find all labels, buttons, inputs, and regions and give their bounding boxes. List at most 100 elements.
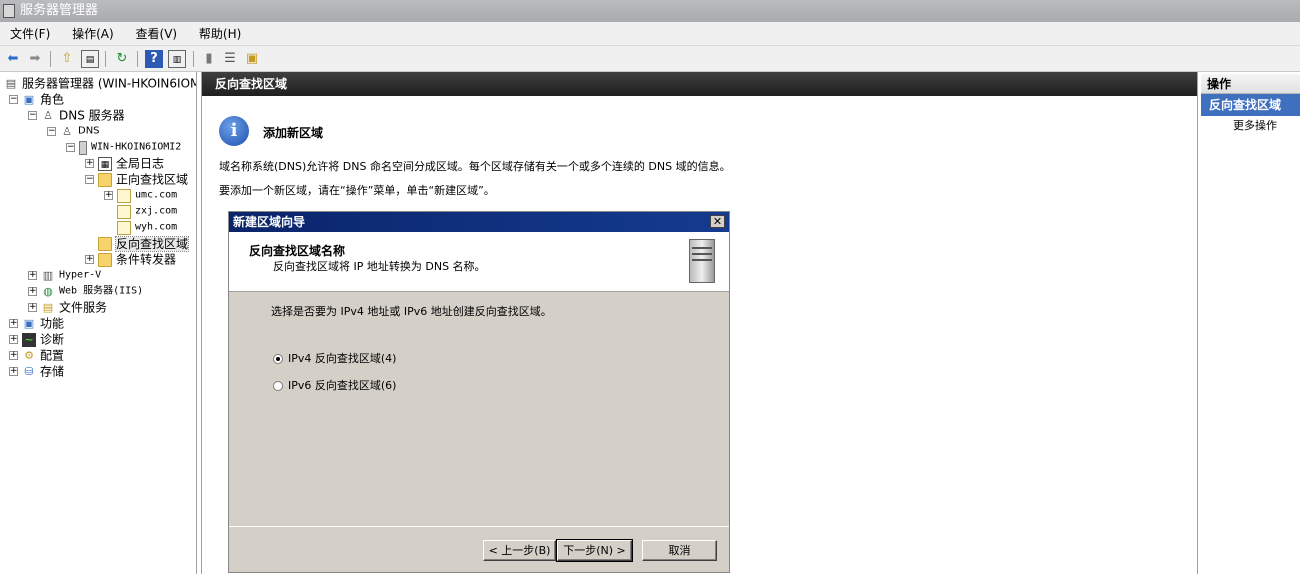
main-pane-header: 反向查找区域: [202, 72, 1197, 96]
help-icon[interactable]: ?: [145, 50, 163, 68]
menu-file[interactable]: 文件(F): [0, 22, 58, 46]
server-body: [689, 239, 715, 283]
ipv4-radio[interactable]: [273, 354, 283, 364]
tree-item-server-manager[interactable]: ▤ 服务器管理器 (WIN-HKOIN6IOMI: [4, 75, 196, 91]
toolbar-separator: [137, 51, 138, 67]
back-arrow-icon[interactable]: ⬅: [4, 50, 22, 68]
toolbar: ⬅ ➡ ⇧ ▤ ↻ ? ▥ ▮ ☰ ▣: [0, 46, 1300, 72]
zone-icon: [117, 204, 131, 219]
tree-item-features[interactable]: + ▣ 功能: [9, 315, 64, 331]
expand-icon[interactable]: +: [9, 351, 18, 360]
menu-view[interactable]: 查看(V): [126, 22, 186, 46]
expand-icon[interactable]: +: [85, 159, 94, 168]
zone-icon: [117, 188, 131, 203]
actions-selected-item[interactable]: 反向查找区域: [1201, 94, 1300, 116]
tree-item-roles[interactable]: − ▣ 角色: [9, 91, 64, 107]
window-titlebar: 服务器管理器: [0, 0, 1300, 22]
menu-help[interactable]: 帮助(H): [189, 22, 249, 46]
server-manager-icon: ▤: [5, 76, 17, 90]
features-icon: ▣: [23, 316, 35, 330]
description-text: 域名称系统(DNS)允许将 DNS 命名空间分成区域。每个区域存储有关一个或多个…: [219, 160, 731, 173]
back-button[interactable]: < 上一步(B): [483, 540, 556, 561]
file-services-icon: ▤: [42, 300, 54, 314]
tree-item-global-log[interactable]: + ▦ 全局日志: [85, 155, 164, 171]
roles-icon: ▣: [23, 92, 35, 106]
expand-icon[interactable]: +: [28, 271, 37, 280]
properties-icon[interactable]: ▣: [243, 50, 261, 68]
ipv4-option-label[interactable]: IPv4 反向查找区域(4): [288, 352, 396, 365]
web-server-icon: ◍: [43, 284, 53, 298]
hyperv-icon: ▥: [42, 268, 54, 282]
expand-icon[interactable]: +: [85, 255, 94, 264]
server-slot: [692, 247, 712, 249]
ipv6-radio[interactable]: [273, 381, 283, 391]
tree-item-hyperv[interactable]: + ▥ Hyper-V: [28, 267, 101, 283]
tree-item-config[interactable]: + ⚙ 配置: [9, 347, 64, 363]
more-actions-link[interactable]: 更多操作: [1201, 116, 1300, 136]
expand-icon[interactable]: +: [28, 287, 37, 296]
storage-icon: ⛁: [24, 364, 34, 378]
expand-icon[interactable]: +: [9, 367, 18, 376]
log-icon: ▦: [98, 156, 112, 171]
folder-icon: [98, 252, 112, 267]
next-button[interactable]: 下一步(N) >: [556, 539, 633, 562]
forward-arrow-icon[interactable]: ➡: [26, 50, 44, 68]
server-tower-icon: [683, 239, 719, 285]
server-icon: [79, 140, 87, 155]
show-hide-tree-icon[interactable]: ▤: [81, 50, 99, 68]
menu-bar: 文件(F) 操作(A) 查看(V) 帮助(H): [0, 22, 1300, 46]
ip-version-question: 选择是否要为 IPv4 地址或 IPv6 地址创建反向查找区域。: [271, 305, 552, 318]
expand-icon[interactable]: +: [28, 303, 37, 312]
cancel-button[interactable]: 取消: [642, 540, 717, 561]
list-icon[interactable]: ☰: [221, 50, 239, 68]
folder-icon: [98, 172, 112, 187]
up-level-icon[interactable]: ⇧: [58, 50, 76, 68]
ipv6-option-label[interactable]: IPv6 反向查找区域(6): [288, 379, 396, 392]
dialog-title: 新建区域向导: [233, 215, 306, 229]
tree-item-conditional-forwarders[interactable]: + 条件转发器: [85, 251, 176, 267]
server-slot: [692, 259, 712, 261]
tree-item-file-services[interactable]: + ▤ 文件服务: [28, 299, 107, 315]
tree-item-dns[interactable]: − ♙ DNS: [47, 123, 100, 139]
wizard-header: 反向查找区域名称 反向查找区域将 IP 地址转换为 DNS 名称。: [229, 232, 729, 292]
instruction-text: 要添加一个新区域，请在“操作”菜单，单击“新建区域”。: [219, 184, 495, 197]
tree-item-reverse-zones[interactable]: 反向查找区域: [98, 235, 190, 252]
collapse-icon[interactable]: −: [28, 111, 37, 120]
tree-item-server[interactable]: − WIN-HKOIN6IOMI2: [66, 139, 181, 155]
dialog-separator: [229, 526, 729, 527]
close-icon[interactable]: ✕: [710, 215, 725, 228]
tree-item-web-server[interactable]: + ◍ Web 服务器(IIS): [28, 283, 143, 299]
dialog-titlebar: 新建区域向导 ✕: [229, 212, 729, 232]
expand-icon[interactable]: +: [9, 335, 18, 344]
toolbar-separator: [193, 51, 194, 67]
tree-item-zone-umc[interactable]: + umc.com: [104, 187, 177, 203]
collapse-icon[interactable]: −: [85, 175, 94, 184]
info-icon: i: [219, 116, 249, 146]
menu-action[interactable]: 操作(A): [62, 22, 122, 46]
config-icon: ⚙: [24, 348, 34, 362]
tree-item-storage[interactable]: + ⛁ 存储: [9, 363, 64, 379]
tree-item-diagnostics[interactable]: + ~ 诊断: [9, 331, 64, 347]
dns-server-icon: ♙: [43, 108, 53, 122]
server-toolbar-icon[interactable]: ▮: [200, 50, 218, 68]
ipv6-option[interactable]: IPv6 反向查找区域(6): [273, 377, 396, 393]
collapse-icon[interactable]: −: [9, 95, 18, 104]
actions-title: 操作: [1201, 74, 1300, 94]
wizard-page-subtitle: 反向查找区域将 IP 地址转换为 DNS 名称。: [273, 260, 486, 273]
expand-icon[interactable]: +: [9, 319, 18, 328]
collapse-icon[interactable]: −: [66, 143, 75, 152]
ipv4-option[interactable]: IPv4 反向查找区域(4): [273, 350, 396, 366]
zone-icon: [117, 220, 131, 235]
diagnostics-icon: ~: [22, 332, 36, 347]
server-manager-icon: [3, 4, 15, 18]
tree-item-zone-zxj[interactable]: zxj.com: [117, 203, 177, 219]
expand-icon[interactable]: +: [104, 191, 113, 200]
tree-item-zone-wyh[interactable]: wyh.com: [117, 219, 177, 235]
refresh-icon[interactable]: ↻: [113, 50, 131, 68]
tree-item-dns-server[interactable]: − ♙ DNS 服务器: [28, 107, 125, 123]
main-pane: 反向查找区域 i 添加新区域 域名称系统(DNS)允许将 DNS 命名空间分成区…: [201, 72, 1198, 574]
collapse-icon[interactable]: −: [47, 127, 56, 136]
dns-icon: ♙: [62, 124, 72, 138]
tree-item-forward-zones[interactable]: − 正向查找区域: [85, 171, 188, 187]
show-hide-action-pane-icon[interactable]: ▥: [168, 50, 186, 68]
